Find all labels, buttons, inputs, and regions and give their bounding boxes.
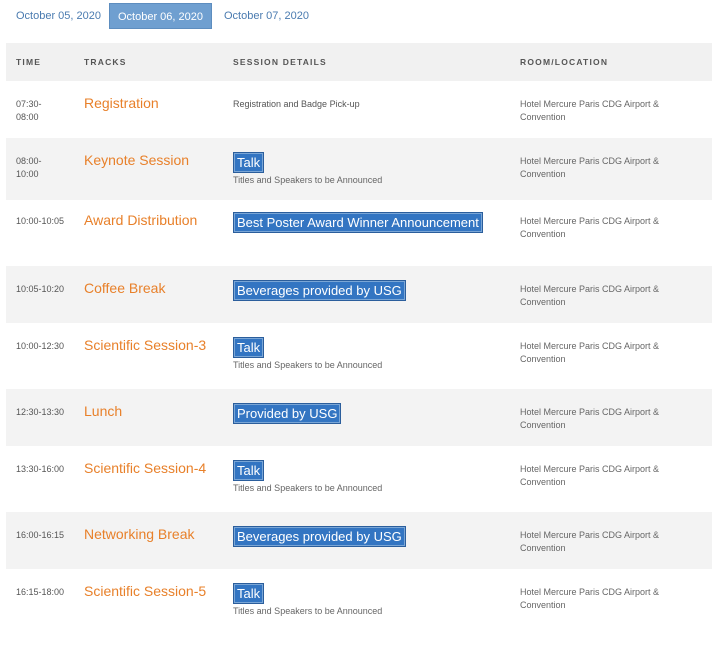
session-track: Scientific Session-5: [84, 583, 207, 599]
table-row: 16:15-18:00 Scientific Session-5 Talk Title…: [6, 569, 712, 635]
session-room: Hotel Mercure Paris CDG Airport & Conven…: [520, 99, 660, 122]
session-badge: Beverages provided by USG: [233, 526, 406, 547]
table-body: 07:30- 08:00 Registration Registration and…: [6, 81, 712, 635]
tab-october-07[interactable]: October 07, 2020: [216, 3, 317, 29]
schedule-table: TIME TRACKS SESSION DETAILS ROOM/LOCATIO…: [6, 43, 712, 635]
table-row: 10:00-10:05 Award Distribution Best Poster…: [6, 200, 712, 266]
table-header: TIME TRACKS SESSION DETAILS ROOM/LOCATIO…: [6, 43, 712, 81]
table-row: 12:30-13:30 Lunch Provided by USG Hotel Mer…: [6, 389, 712, 446]
table-row: 07:30- 08:00 Registration Registration and…: [6, 81, 712, 138]
session-time: 10:05-10:20: [16, 284, 65, 294]
session-room: Hotel Mercure Paris CDG Airport & Conven…: [520, 530, 660, 553]
session-badge: Beverages provided by USG: [233, 280, 406, 301]
session-subtitle: Titles and Speakers to be Announced: [233, 175, 383, 185]
session-time: 10:00-12:30: [16, 341, 65, 351]
session-room: Hotel Mercure Paris CDG Airport & Conven…: [520, 156, 660, 179]
session-subtitle: Titles and Speakers to be Announced: [233, 483, 383, 493]
session-time: 16:00-16:15: [16, 530, 65, 540]
session-details: Beverages provided by USG: [233, 280, 513, 301]
session-track: Registration: [84, 95, 159, 111]
session-track: Coffee Break: [84, 280, 166, 296]
session-details: Talk Titles and Speakers to be Announced: [233, 583, 513, 617]
session-subtitle: Titles and Speakers to be Announced: [233, 606, 383, 616]
column-header-tracks: TRACKS: [84, 57, 127, 67]
session-track: Award Distribution: [84, 212, 198, 228]
session-track: Networking Break: [84, 526, 195, 542]
column-header-room: ROOM/LOCATION: [520, 57, 609, 67]
session-time: 07:30- 08:00: [16, 99, 42, 122]
table-row: 10:05-10:20 Coffee Break Beverages provide…: [6, 266, 712, 323]
session-details: Talk Titles and Speakers to be Announced: [233, 152, 513, 186]
session-room: Hotel Mercure Paris CDG Airport & Conven…: [520, 341, 660, 364]
table-row: 10:00-12:30 Scientific Session-3 Talk Title…: [6, 323, 712, 389]
session-time: 08:00- 10:00: [16, 156, 42, 179]
session-room: Hotel Mercure Paris CDG Airport & Conven…: [520, 407, 660, 430]
session-room: Hotel Mercure Paris CDG Airport & Conven…: [520, 587, 660, 610]
session-badge: Talk: [233, 460, 265, 481]
session-details: Registration and Badge Pick-up: [233, 98, 513, 111]
session-track: Lunch: [84, 403, 123, 419]
session-badge: Provided by USG: [233, 403, 342, 424]
session-time: 10:00-10:05: [16, 216, 65, 226]
session-badge: Best Poster Award Winner Announcement: [233, 212, 483, 233]
table-row: 08:00- 10:00 Keynote Session Talk Titles an…: [6, 138, 712, 200]
session-time: 13:30-16:00: [16, 464, 65, 474]
column-header-session-details: SESSION DETAILS: [233, 57, 327, 67]
session-badge: Talk: [233, 152, 265, 173]
tab-october-05[interactable]: October 05, 2020: [8, 3, 109, 29]
tab-october-06[interactable]: October 06, 2020: [109, 3, 212, 29]
table-row: 16:00-16:15 Networking Break Beverages pro…: [6, 512, 712, 569]
session-description: Registration and Badge Pick-up: [233, 99, 360, 109]
session-track: Scientific Session-4: [84, 460, 207, 476]
session-subtitle: Titles and Speakers to be Announced: [233, 360, 383, 370]
date-tabs: October 05, 2020 October 06, 2020 Octobe…: [0, 0, 720, 32]
session-room: Hotel Mercure Paris CDG Airport & Conven…: [520, 216, 660, 239]
session-room: Hotel Mercure Paris CDG Airport & Conven…: [520, 284, 660, 307]
column-header-time: TIME: [16, 57, 42, 67]
table-row: 13:30-16:00 Scientific Session-4 Talk Title…: [6, 446, 712, 512]
session-details: Beverages provided by USG: [233, 526, 513, 547]
session-details: Talk Titles and Speakers to be Announced: [233, 337, 513, 371]
session-track: Keynote Session: [84, 152, 190, 168]
session-details: Best Poster Award Winner Announcement: [233, 212, 513, 233]
session-badge: Talk: [233, 337, 265, 358]
session-room: Hotel Mercure Paris CDG Airport & Conven…: [520, 464, 660, 487]
session-track: Scientific Session-3: [84, 337, 207, 353]
session-time: 16:15-18:00: [16, 587, 65, 597]
session-details: Provided by USG: [233, 403, 513, 424]
session-details: Talk Titles and Speakers to be Announced: [233, 460, 513, 494]
session-time: 12:30-13:30: [16, 407, 65, 417]
session-badge: Talk: [233, 583, 265, 604]
